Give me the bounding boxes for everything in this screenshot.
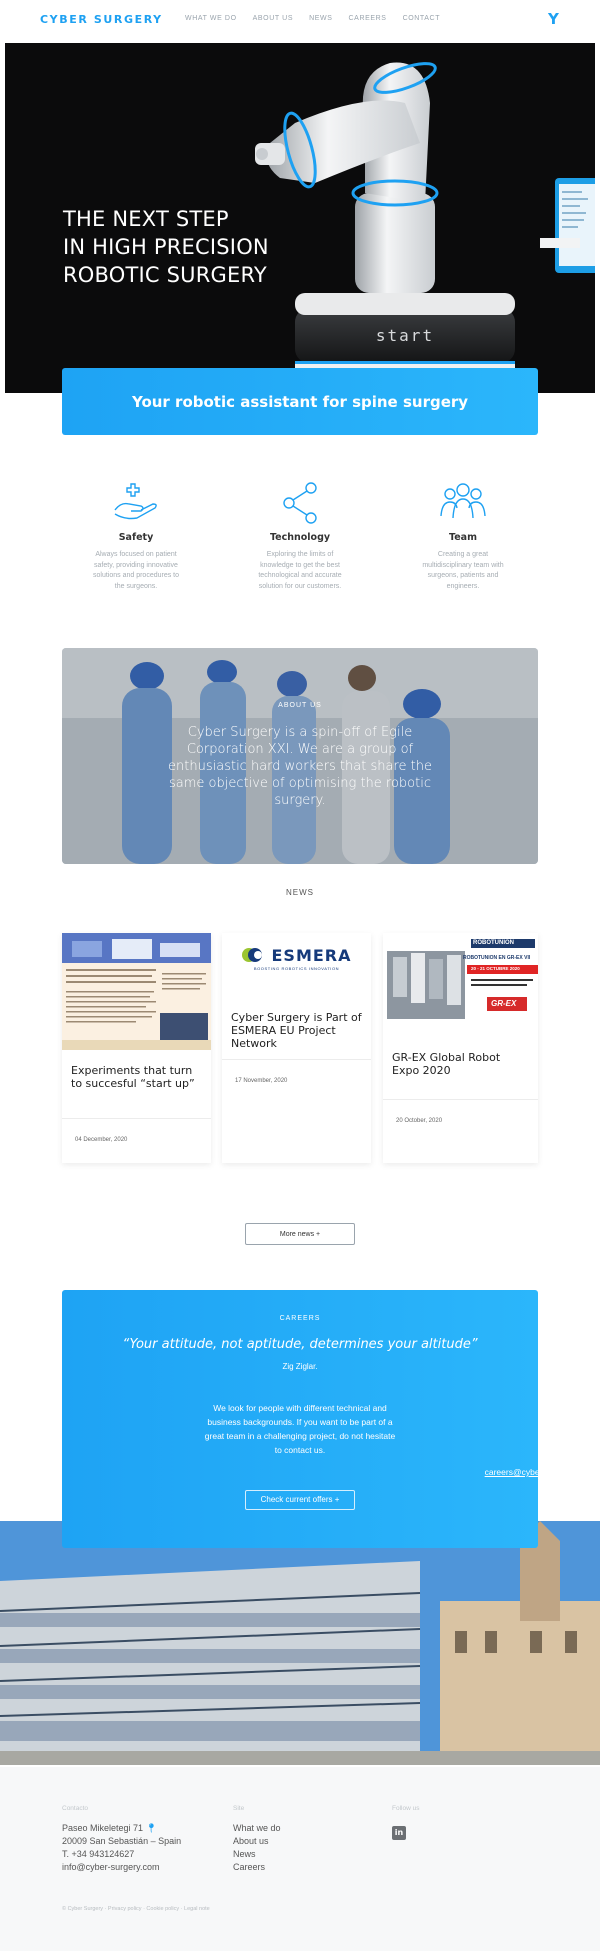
grex-logo: GR-EX	[491, 999, 517, 1008]
news-card-date: 20 October, 2020	[396, 1118, 443, 1124]
footer: Contacto Paseo Mikeletegi 71 📍︎ 20009 Sa…	[0, 1767, 600, 1951]
news-card-divider	[222, 1059, 371, 1060]
careers-label: CAREERS	[279, 1315, 321, 1322]
news-card-divider	[62, 1118, 211, 1119]
news-card-date: 17 November, 2020	[235, 1078, 288, 1084]
about-section: ABOUT US Cyber Surgery is a spin-off of …	[62, 648, 538, 864]
feature-title: Technology	[269, 532, 331, 543]
nav-careers[interactable]: CAREERS	[349, 15, 387, 22]
nav-contact[interactable]: CONTACT	[403, 15, 441, 22]
news-card-title[interactable]: Cyber Surgery is Part of ESMERA EU Proje…	[222, 1011, 371, 1050]
careers-description: We look for people with different techni…	[204, 1403, 396, 1455]
careers-section: CAREERS “Your attitude, not aptitude, de…	[62, 1290, 591, 1548]
nav-what-we-do[interactable]: WHAT WE DO	[185, 15, 237, 22]
feature-team: Team Creating a great multidisciplinary …	[408, 480, 518, 592]
news-card-title[interactable]: Experiments that turn to succesful “star…	[62, 1064, 211, 1090]
feature-title: Team	[449, 532, 477, 543]
news-card-divider	[383, 1099, 538, 1100]
share-nodes-icon	[283, 482, 317, 524]
hand-cross-icon	[114, 483, 157, 520]
nav-about-us[interactable]: ABOUT US	[253, 15, 293, 22]
careers-quote-author: Zig Ziglar.	[282, 1362, 318, 1371]
hero-title: THE NEXT STEP IN HIGH PRECISION ROBOTIC …	[63, 205, 269, 289]
esmera-logo-sub: BOOSTING ROBOTICS INNOVATION	[253, 965, 340, 971]
footer-contact: Contacto Paseo Mikeletegi 71 📍︎ 20009 Sa…	[62, 1805, 181, 1874]
footer-phone: T. +34 943124627	[62, 1849, 135, 1859]
robot-screen-text: start	[376, 326, 434, 345]
careers-quote: “Your attitude, not aptitude, determines…	[122, 1337, 478, 1352]
esmera-logo-icon	[242, 948, 263, 962]
footer-follow: Follow us in	[392, 1805, 419, 1840]
brand-logo[interactable]: CYBER SURGERY	[40, 13, 163, 26]
news-card-date: 04 December, 2020	[75, 1137, 128, 1143]
linkedin-icon[interactable]: in	[392, 1826, 406, 1840]
footer-site: Site What we do About us News Careers	[233, 1805, 281, 1874]
footer-link-what-we-do[interactable]: What we do	[233, 1822, 281, 1835]
news-card-image: ESMERA BOOSTING ROBOTICS INNOVATION	[222, 933, 371, 983]
footer-link-careers[interactable]: Careers	[233, 1861, 281, 1874]
footer-address: Paseo Mikeletegi 71	[62, 1823, 144, 1833]
hero-title-line-1: THE NEXT STEP	[63, 207, 229, 231]
expo-headline: ROBOTUNION EN GR-EX VII	[463, 955, 531, 961]
expo-dates: 20 - 21 OCTUBRE 2020	[471, 966, 520, 971]
news-card[interactable]: ESMERA BOOSTING ROBOTICS INNOVATION Cybe…	[222, 933, 371, 1163]
check-offers-button[interactable]: Check current offers +	[245, 1490, 355, 1510]
feature-safety: Safety Always focused on patient safety,…	[81, 480, 191, 592]
robotunion-logo: ROBOTUNION	[471, 939, 535, 948]
feature-text: Creating a great multidisciplinary team …	[422, 551, 504, 590]
building-photo	[0, 1521, 600, 1765]
feature-technology: Technology Exploring the limits of knowl…	[245, 480, 355, 592]
news-card[interactable]: Experiments that turn to succesful “star…	[62, 933, 211, 1163]
y-logo-icon[interactable]: Y	[548, 10, 559, 28]
nav-news[interactable]: NEWS	[309, 15, 332, 22]
hero-title-line-3: ROBOTIC SURGERY	[63, 263, 267, 287]
map-pin-icon[interactable]: 📍︎	[146, 1823, 157, 1833]
top-nav: CYBER SURGERY WHAT WE DO ABOUT US NEWS C…	[0, 0, 600, 40]
news-card-title[interactable]: GR-EX Global Robot Expo 2020	[383, 1051, 538, 1077]
footer-link-about-us[interactable]: About us	[233, 1835, 281, 1848]
about-label: ABOUT US	[278, 702, 322, 709]
footer-follow-heading: Follow us	[392, 1805, 420, 1812]
team-icon	[440, 483, 486, 519]
more-news-button[interactable]: More news +	[245, 1223, 355, 1245]
news-heading: NEWS	[286, 888, 314, 897]
feature-text: Always focused on patient safety, provid…	[93, 551, 179, 590]
footer-address-line-1: Paseo Mikeletegi 71 📍︎	[62, 1822, 181, 1835]
news-card-image: ROBOTUNION ROBOTUNION EN GR-EX VII 20 - …	[383, 933, 538, 1023]
robot-arm-image: start	[255, 62, 595, 379]
about-text: Cyber Surgery is a spin-off of Egile Cor…	[168, 725, 432, 808]
hero-banner-text: Your robotic assistant for spine surgery	[131, 392, 469, 411]
hero-section: start THE NEXT STEP IN HIGH PRECISION RO…	[5, 43, 595, 393]
news-card-image	[62, 933, 211, 1050]
feature-text: Exploring the limits of knowledge to get…	[258, 551, 342, 590]
footer-site-heading: Site	[233, 1805, 245, 1812]
footer-address-line-2: 20009 San Sebastián – Spain	[62, 1836, 182, 1846]
main-menu: WHAT WE DO ABOUT US NEWS CAREERS CONTACT	[185, 15, 440, 22]
footer-legal: © Cyber Surgery · Privacy policy · Cooki…	[62, 1906, 210, 1912]
news-card[interactable]: ROBOTUNION ROBOTUNION EN GR-EX VII 20 - …	[383, 933, 538, 1163]
esmera-logo-text: ESMERA	[271, 945, 352, 965]
hero-title-line-2: IN HIGH PRECISION	[63, 235, 269, 259]
hero-banner: Your robotic assistant for spine surgery	[62, 368, 538, 435]
careers-email-link[interactable]: careers@cyber-surgery.com	[300, 1467, 600, 1477]
footer-link-news[interactable]: News	[233, 1848, 281, 1861]
footer-email[interactable]: info@cyber-surgery.com	[62, 1861, 181, 1874]
footer-contact-heading: Contacto	[62, 1805, 89, 1812]
feature-title: Safety	[118, 532, 154, 543]
